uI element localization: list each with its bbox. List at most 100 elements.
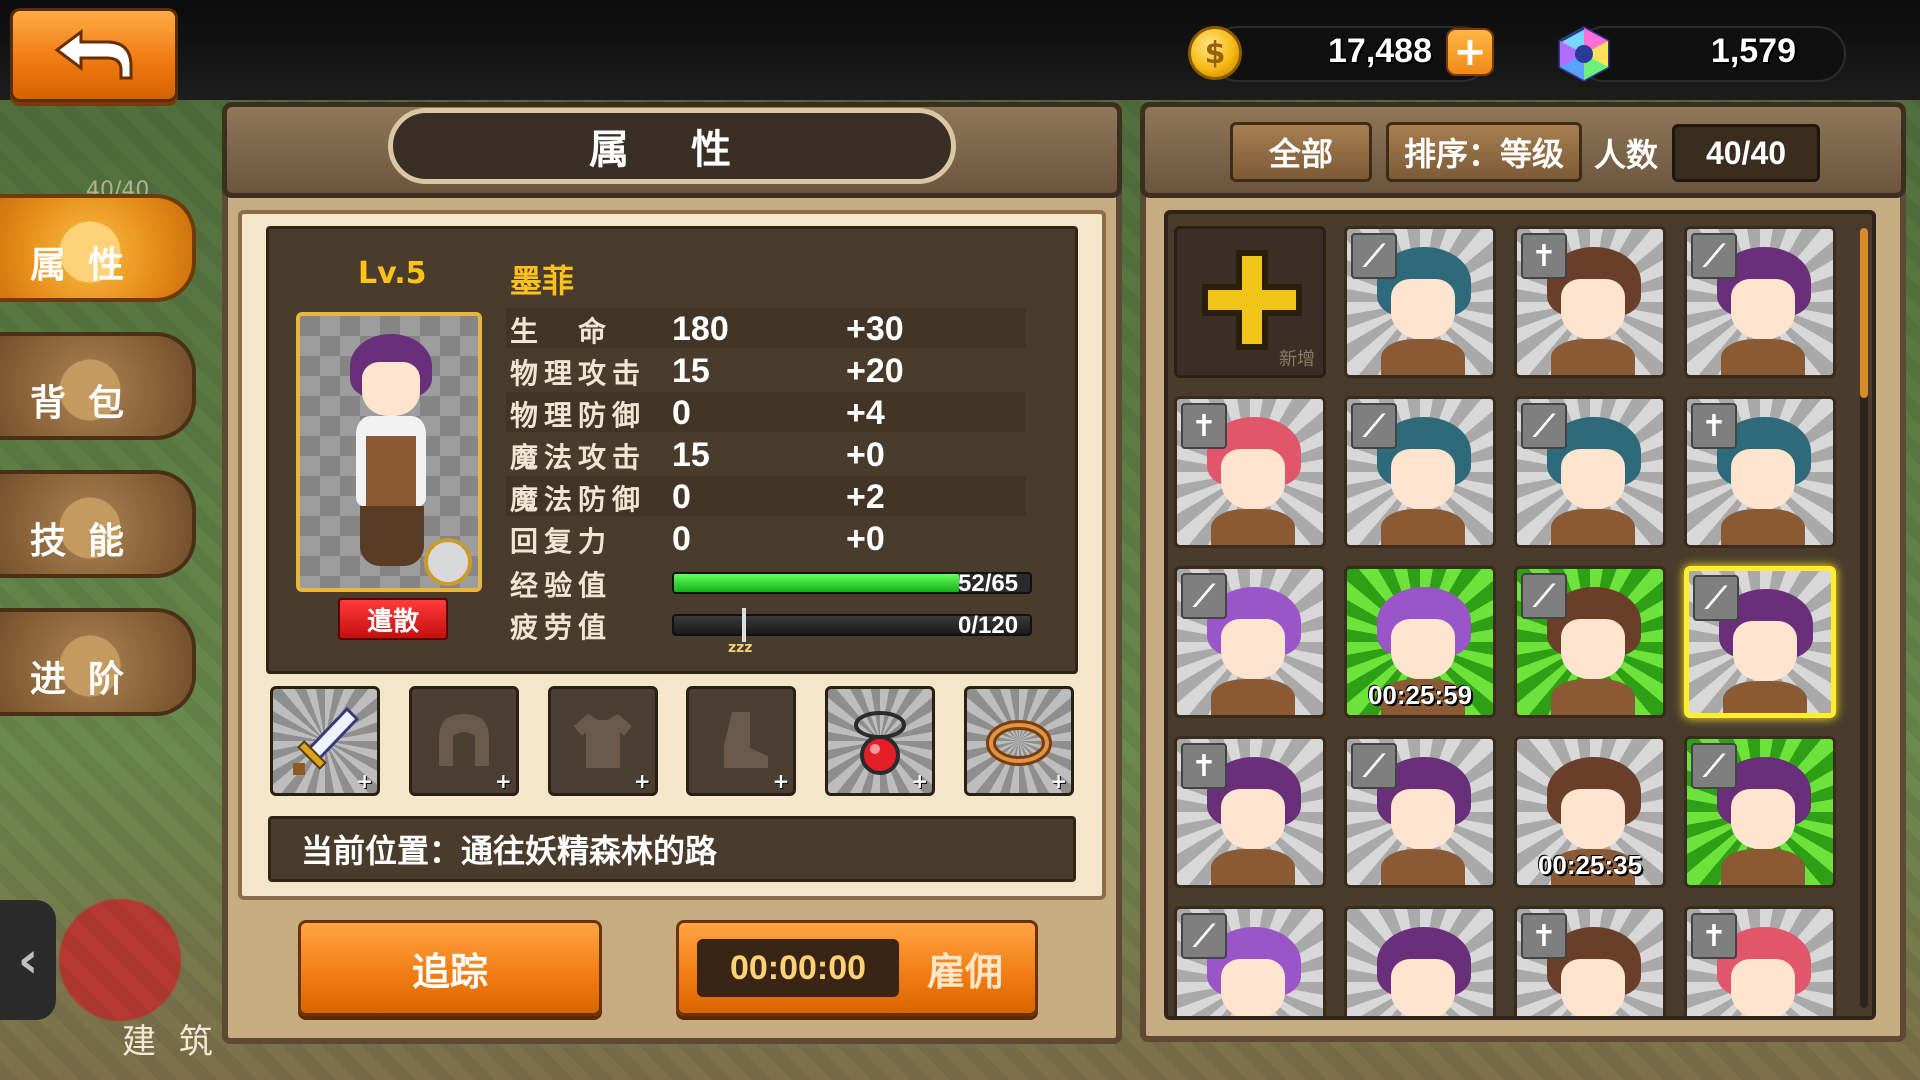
hero-count: 40/40: [1672, 124, 1820, 182]
hero-body: [1721, 509, 1805, 545]
hero-face: [1391, 279, 1455, 339]
gem-icon: [1558, 26, 1610, 82]
hero-body: [1551, 1019, 1635, 1020]
cross-class-icon: ✝: [1691, 403, 1737, 449]
stat-hp-value: 180: [672, 310, 729, 348]
tab-advance-label: 进阶: [30, 659, 147, 700]
stat-mdef-label: 魔法防御: [510, 483, 647, 516]
hero-card[interactable]: [1344, 906, 1496, 1016]
hero-cooldown-timer: 00:25:59: [1367, 680, 1473, 710]
hero-card[interactable]: ⟋: [1174, 566, 1326, 718]
sort-level-button[interactable]: 排序：等级: [1386, 122, 1582, 182]
armor-slot[interactable]: +: [547, 686, 658, 796]
hero-level: Lv.5: [358, 256, 427, 291]
sword-class-icon: ⟋: [1181, 573, 1227, 619]
hero-card[interactable]: ✝: [1684, 906, 1836, 1016]
ring-slot[interactable]: +: [963, 686, 1074, 796]
hero-face: [1221, 959, 1285, 1016]
hero-face: [1733, 621, 1797, 681]
hero-card[interactable]: ⟋: [1684, 566, 1836, 718]
hero-card[interactable]: ✝: [1174, 396, 1326, 548]
hero-face: [1561, 619, 1625, 679]
tab-skills[interactable]: 技能: [0, 470, 196, 578]
helmet-slot[interactable]: +: [408, 686, 519, 796]
hero-face: [1391, 619, 1455, 679]
hero-body: [1381, 509, 1465, 545]
hero-card[interactable]: ⟋: [1684, 736, 1836, 888]
hero-body: [1211, 679, 1295, 715]
hero-body: [1551, 339, 1635, 375]
stat-patk-bonus: +20: [846, 352, 904, 390]
hero-face: [1221, 619, 1285, 679]
tab-attributes[interactable]: 属性: [0, 194, 196, 302]
current-location: 当前位置：通往妖精森林的路: [268, 816, 1076, 882]
exp-label: 经验值: [510, 569, 613, 602]
collapse-arrow-button[interactable]: ‹: [0, 900, 56, 1020]
stat-patk-label: 物理攻击: [510, 357, 647, 390]
track-button[interactable]: 追踪: [298, 920, 602, 1016]
hero-card[interactable]: 00:25:59: [1344, 566, 1496, 718]
hero-card[interactable]: ⟋: [1514, 396, 1666, 548]
cross-class-icon: ✝: [1521, 233, 1567, 279]
hero-body: [1551, 509, 1635, 545]
hire-button[interactable]: 00:00:00 雇佣: [676, 920, 1038, 1016]
fatigue-text: 0/120: [958, 612, 1019, 639]
hero-card[interactable]: ✝: [1514, 906, 1666, 1020]
tab-advance[interactable]: 进阶: [0, 608, 196, 716]
cross-class-icon: ✝: [1521, 913, 1567, 959]
hero-card[interactable]: ⟋: [1174, 906, 1326, 1016]
panel-title-plate: 属 性: [388, 108, 956, 184]
add-gold-button[interactable]: +: [1446, 28, 1494, 76]
roster-scrollbar[interactable]: [1860, 228, 1868, 1008]
stat-matk-label: 魔法攻击: [510, 441, 647, 474]
hero-card[interactable]: 00:25:35: [1514, 736, 1666, 888]
hero-face: [1731, 789, 1795, 849]
hero-card[interactable]: ⟋: [1684, 226, 1836, 378]
hero-face: [1561, 279, 1625, 339]
hero-card[interactable]: ⟋: [1514, 566, 1666, 718]
hero-card[interactable]: ✝: [1514, 226, 1666, 378]
hero-face: [1731, 279, 1795, 339]
cross-class-icon: ✝: [1691, 913, 1737, 959]
plus-icon: [1202, 250, 1302, 350]
cross-class-icon: ✝: [1181, 743, 1227, 789]
hire-timer: 00:00:00: [697, 939, 899, 997]
stat-pdef-value: 0: [672, 394, 691, 432]
sword-class-icon: ⟋: [1351, 743, 1397, 789]
hero-body: [1551, 679, 1635, 715]
hero-body: [1211, 509, 1295, 545]
equipment-slots: + + + + + +: [270, 686, 1074, 802]
scrollbar-thumb[interactable]: [1860, 228, 1868, 398]
hero-face: [1561, 959, 1625, 1016]
hero-card[interactable]: ⟋: [1344, 736, 1496, 888]
hero-body: [1381, 339, 1465, 375]
weapon-slot[interactable]: +: [270, 686, 380, 796]
hero-body: [1721, 339, 1805, 375]
hero-name: 墨菲: [510, 262, 575, 300]
stat-regen-value: 0: [672, 520, 691, 558]
hero-card[interactable]: ⟋: [1344, 396, 1496, 548]
dismiss-button[interactable]: 遣散: [338, 598, 448, 640]
exp-bar-fill: [674, 574, 959, 592]
ring-icon: [985, 720, 1052, 766]
hero-card[interactable]: ⟋: [1344, 226, 1496, 378]
amulet-slot[interactable]: +: [825, 686, 936, 796]
boot-icon: [724, 712, 769, 768]
add-hero-label: 新增: [1279, 349, 1315, 370]
gold-coin-icon: $: [1188, 26, 1242, 80]
sword-class-icon: ⟋: [1693, 575, 1739, 621]
cross-class-icon: ✝: [1181, 403, 1227, 449]
sword-icon: [293, 706, 360, 775]
add-hero-button[interactable]: 新增: [1174, 226, 1326, 378]
hero-face: [1561, 789, 1625, 849]
tab-attributes-label: 属性: [30, 245, 147, 286]
tab-backpack[interactable]: 背包: [0, 332, 196, 440]
hero-card[interactable]: ✝: [1684, 396, 1836, 548]
hero-card[interactable]: ✝: [1174, 736, 1326, 888]
filter-all-button[interactable]: 全部: [1230, 122, 1372, 182]
boots-slot[interactable]: +: [686, 686, 797, 796]
hero-body: [1381, 849, 1465, 885]
fatigue-marker: [742, 608, 746, 642]
hero-face: [1391, 449, 1455, 509]
back-button[interactable]: [10, 8, 178, 102]
